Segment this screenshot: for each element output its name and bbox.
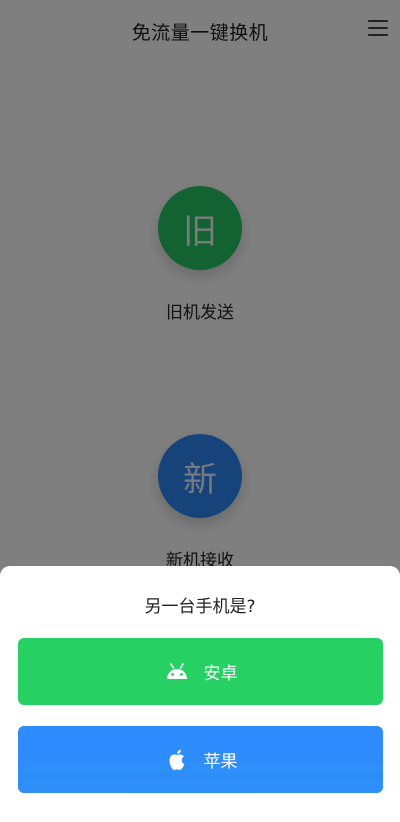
sheet-title: 另一台手机是? [144, 597, 256, 617]
apple-icon [164, 747, 190, 773]
android-label: 安卓 [203, 664, 238, 684]
android-button[interactable]: 安卓 [18, 638, 383, 705]
apple-button[interactable]: 苹果 [18, 726, 383, 793]
apple-label: 苹果 [203, 752, 238, 772]
bottom-sheet: 另一台手机是? 安卓 苹果 [0, 566, 400, 822]
android-icon [164, 659, 190, 685]
